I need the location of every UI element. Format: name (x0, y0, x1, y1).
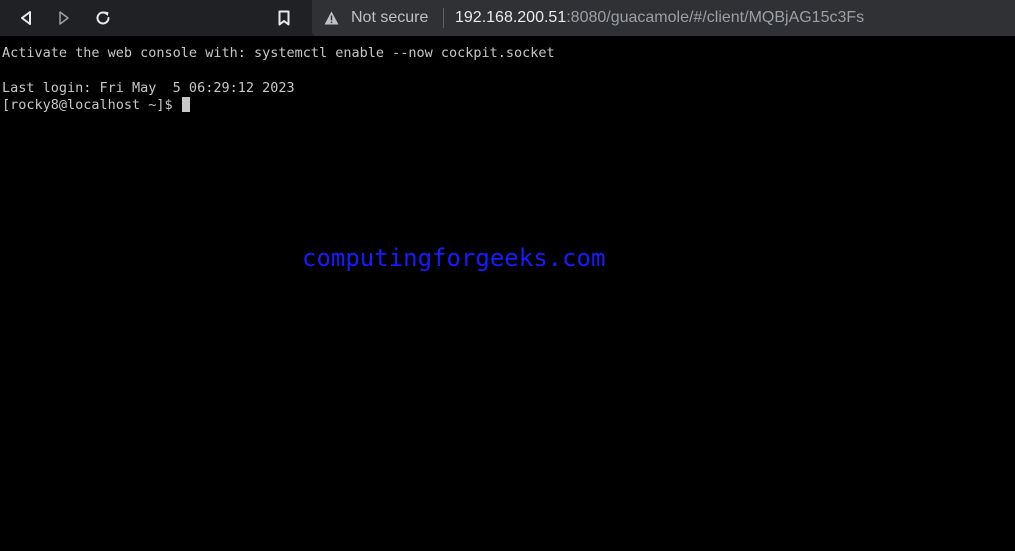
address-bar[interactable]: Not secure 192.168.200.51:8080/guacamole… (312, 0, 1015, 36)
url-host: 192.168.200.51 (455, 9, 567, 26)
forward-button[interactable] (46, 0, 82, 36)
not-secure-label[interactable]: Not secure (351, 9, 428, 27)
terminal-screen[interactable]: Activate the web console with: systemctl… (0, 36, 1015, 551)
terminal-line-cockpit-notice: Activate the web console with: systemctl… (2, 45, 555, 61)
watermark-text: computingforgeeks.com (302, 244, 606, 272)
url-path: :8080/guacamole/#/client/MQBjAG15c3Fs (566, 9, 865, 26)
reload-icon (96, 11, 110, 25)
url-text[interactable]: 192.168.200.51:8080/guacamole/#/client/M… (455, 9, 864, 27)
address-divider (443, 8, 444, 28)
terminal-cursor (181, 97, 190, 112)
bookmark-button[interactable] (266, 0, 302, 36)
terminal-prompt-line: [rocky8@localhost ~]$ (2, 97, 190, 114)
back-button[interactable] (8, 0, 44, 36)
bookmark-icon (278, 10, 290, 26)
warning-triangle-icon (324, 11, 339, 25)
reload-button[interactable] (85, 0, 121, 36)
terminal-line-last-login: Last login: Fri May 5 06:29:12 2023 (2, 80, 295, 96)
forward-arrow-icon (59, 11, 69, 25)
terminal-prompt: [rocky8@localhost ~]$ (2, 97, 181, 113)
browser-toolbar: Not secure 192.168.200.51:8080/guacamole… (0, 0, 1015, 36)
back-arrow-icon (21, 11, 31, 25)
